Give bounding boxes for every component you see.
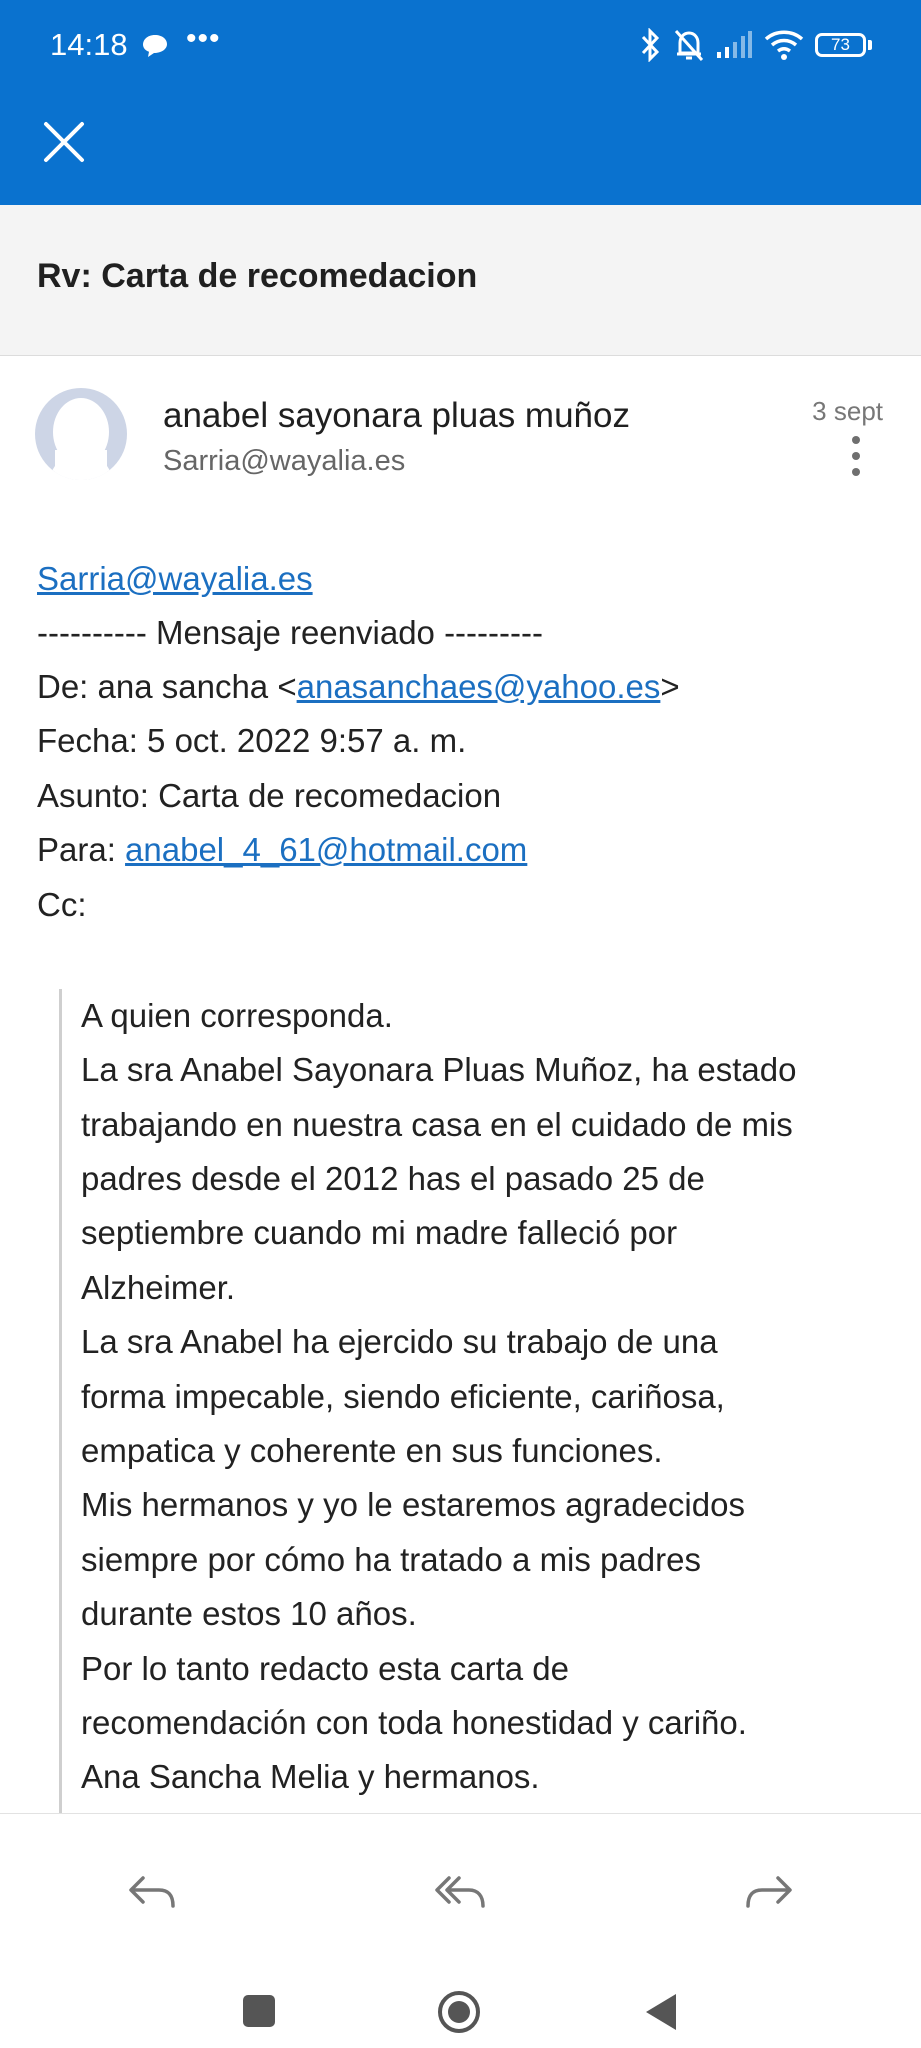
quote-line: La sra Anabel ha ejercido su trabajo de …	[81, 1323, 718, 1360]
forward-icon[interactable]	[738, 1862, 798, 1922]
signal-icon	[717, 31, 752, 58]
quote-line: Ana Sancha Melia y hermanos.	[81, 1758, 540, 1795]
quote-line: forma impecable, siendo eficiente, cariñ…	[81, 1378, 725, 1415]
quote-line: A quien corresponda.	[81, 997, 393, 1034]
avatar[interactable]	[35, 388, 127, 480]
reply-icon[interactable]	[123, 1862, 183, 1922]
battery-level: 73	[831, 35, 850, 54]
quote-line: recomendación con toda honestidad y cari…	[81, 1704, 747, 1741]
cc-line: Cc:	[37, 886, 87, 923]
chat-bubble-icon	[143, 35, 167, 57]
email-subject: Rv: Carta de recomedacion	[37, 257, 478, 295]
date-line: Fecha: 5 oct. 2022 9:57 a. m.	[37, 722, 467, 759]
home-icon[interactable]	[436, 1989, 482, 2035]
back-icon[interactable]	[644, 1992, 678, 2032]
forward-header: ---------- Mensaje reenviado ---------	[37, 614, 543, 651]
wifi-icon	[764, 30, 804, 60]
bell-off-icon	[674, 29, 704, 62]
to-prefix: Para:	[37, 831, 126, 868]
battery-icon: 73	[815, 33, 866, 57]
subject-bar: Rv: Carta de recomedacion	[0, 205, 921, 356]
app-bar: 14:18 ••• 73	[0, 0, 921, 205]
reply-all-icon[interactable]	[431, 1862, 491, 1922]
quote-bar	[59, 989, 62, 1814]
from-email-link[interactable]: anasanchaes@yahoo.es	[297, 668, 661, 705]
message-date: 3 sept	[812, 396, 883, 426]
recents-icon[interactable]	[243, 1995, 275, 2027]
subject-line: Asunto: Carta de recomedacion	[37, 777, 502, 814]
quote-line: trabajando en nuestra casa en el cuidado…	[81, 1106, 793, 1143]
more-dots-icon: •••	[186, 22, 221, 55]
quote-line: septiembre cuando mi madre falleció por	[81, 1214, 678, 1251]
quote-line: Alzheimer.	[81, 1269, 236, 1306]
person-icon	[49, 398, 113, 480]
more-options-icon[interactable]	[848, 436, 864, 480]
from-prefix: De: ana sancha <	[37, 668, 297, 705]
quote-line: siempre por cómo ha tratado a mis padres	[81, 1541, 701, 1578]
recipient-link[interactable]: Sarria@wayalia.es	[37, 560, 313, 597]
to-email-link[interactable]: anabel_4_61@hotmail.com	[125, 831, 527, 868]
quote-line: Mis hermanos y yo le estaremos agradecid…	[81, 1486, 745, 1523]
battery-tip	[868, 40, 872, 50]
quote-line: Por lo tanto redacto esta carta de	[81, 1650, 569, 1687]
bluetooth-icon	[641, 28, 660, 62]
from-line: De: ana sancha <anasanchaes@yahoo.es>	[37, 668, 680, 706]
quote-line: padres desde el 2012 has el pasado 25 de	[81, 1160, 705, 1197]
status-time: 14:18	[50, 27, 128, 62]
quote-line: La sra Anabel Sayonara Pluas Muñoz, ha e…	[81, 1051, 797, 1088]
close-icon[interactable]	[40, 118, 88, 166]
sender-name[interactable]: anabel sayonara pluas muñoz	[163, 396, 630, 436]
to-line: Para: anabel_4_61@hotmail.com	[37, 831, 527, 869]
from-suffix: >	[660, 668, 680, 705]
to-link-line: Sarria@wayalia.es	[37, 560, 313, 598]
message-action-bar	[0, 1813, 921, 1944]
system-nav-bar	[0, 1943, 921, 2048]
quote-line: durante estos 10 años.	[81, 1595, 417, 1632]
quote-line: empatica y coherente en sus funciones.	[81, 1432, 663, 1469]
sender-email[interactable]: Sarria@wayalia.es	[163, 445, 405, 478]
